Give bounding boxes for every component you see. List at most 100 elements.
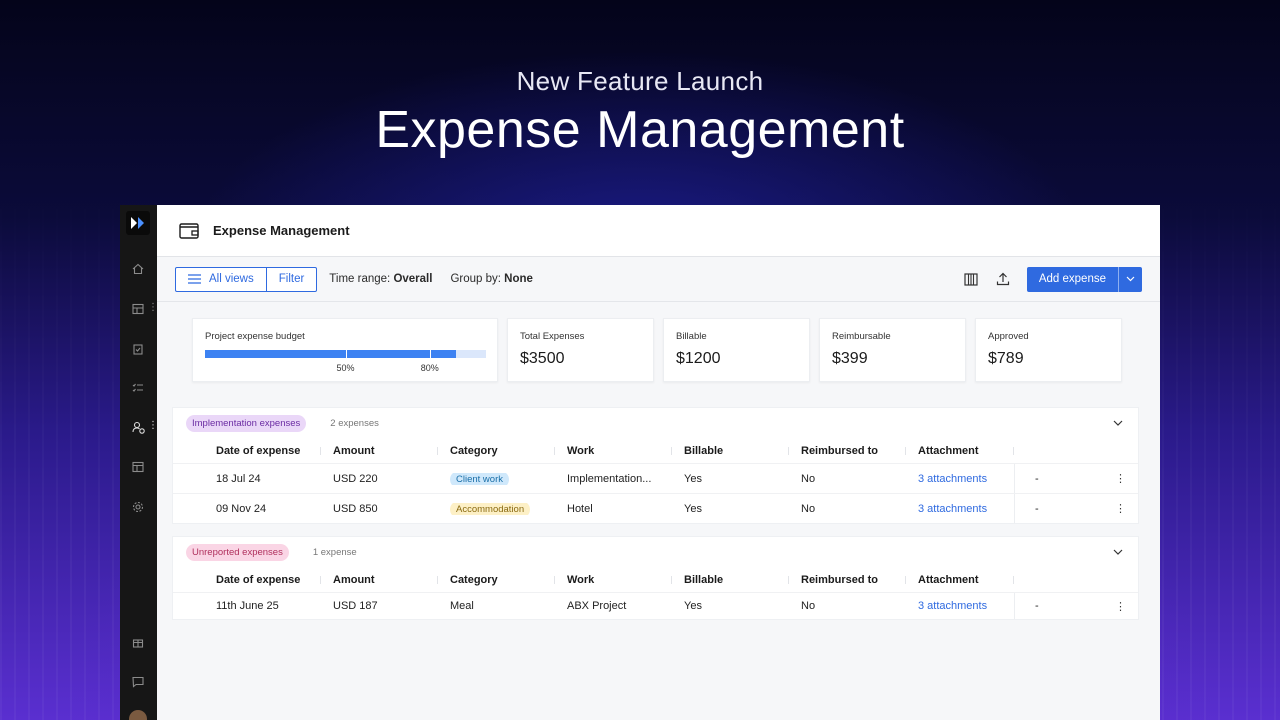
gift-icon[interactable] [130,634,146,650]
stat-value: $1200 [676,350,721,367]
column-header[interactable]: Date of expense [204,445,321,457]
chat-icon[interactable] [130,674,146,690]
budget-progress-bar: 50% 80% [205,350,486,373]
chevron-down-icon[interactable] [1112,417,1124,429]
category-pill: Accommodation [450,502,531,515]
page-header: Expense Management [157,205,1160,257]
group-header[interactable]: Unreported expenses 1 expense [173,537,1138,567]
column-header[interactable]: Reimbursed to [789,574,906,586]
wallet-icon [179,223,199,239]
column-header[interactable]: Amount [321,574,438,586]
stat-label: Approved [988,331,1029,342]
cell-date: 09 Nov 24 [216,502,267,515]
hero-title: Expense Management [375,101,905,159]
column-header[interactable]: Attachment [906,574,1014,586]
time-range-selector[interactable]: Time range: Overall [329,273,432,285]
page-title: Expense Management [213,223,350,238]
table-row[interactable]: 09 Nov 24 USD 850 Accommodation Hotel Ye… [173,493,1138,523]
cell-date: 18 Jul 24 [216,472,261,485]
column-header[interactable]: Work [555,445,672,457]
cell-reimbursed: No [801,600,816,612]
cell-billable: Yes [684,472,702,485]
all-views-button[interactable]: All views [176,268,266,291]
chevron-down-icon[interactable] [1118,266,1142,292]
expense-group-implementation: Implementation expenses 2 expenses Date … [172,407,1139,524]
budget-label: Project expense budget [205,331,305,342]
avatar[interactable] [129,710,147,720]
all-views-label: All views [209,273,254,285]
layout-icon[interactable] [130,459,146,475]
cell-amount: USD 187 [333,600,378,612]
app-logo[interactable] [126,211,150,235]
gear-icon[interactable] [130,499,146,515]
budget-marker-80 [429,350,431,358]
app-window: ⋮ ⋮ Expense Management All views Filter … [120,205,1160,720]
filter-button[interactable]: Filter [265,267,317,291]
add-expense-button[interactable]: Add expense [1026,266,1142,292]
summary-cards: Project expense budget 50% 80% Total Exp… [192,318,1122,382]
attachments-link[interactable]: 3 attachments [906,600,1014,612]
column-header[interactable]: Billable [672,574,789,586]
group-by-selector[interactable]: Group by: None [450,273,532,285]
budget-marker-50 [345,350,347,358]
cell-work: Implementation... [567,472,652,485]
home-icon[interactable] [130,261,146,277]
group-by-value: None [504,273,533,285]
table-header-row: Date of expense Amount Category Work Bil… [173,438,1138,463]
budget-card: Project expense budget 50% 80% [192,318,498,382]
attachments-link[interactable]: 3 attachments [906,503,1014,515]
column-header[interactable]: Date of expense [204,574,321,586]
table-row[interactable]: 11th June 25 USD 187 Meal ABX Project Ye… [173,592,1138,619]
attachments-link[interactable]: 3 attachments [906,473,1014,485]
sidebar-rail: ⋮ ⋮ [120,205,158,720]
column-header[interactable]: Billable [672,445,789,457]
logo-chevrons-icon [131,217,144,229]
group-header[interactable]: Implementation expenses 2 expenses [173,408,1138,438]
cell-work: Hotel [567,502,593,515]
row-more-icon[interactable]: ⋮ [1098,600,1138,613]
expense-group-unreported: Unreported expenses 1 expense Date of ex… [172,536,1139,620]
column-header[interactable]: Category [438,574,555,586]
cell-extra: - [1014,494,1074,523]
columns-icon[interactable] [963,271,979,287]
hero-subtitle: New Feature Launch [516,66,764,96]
cell-category: Client work [438,472,555,485]
expense-user-icon[interactable] [130,419,146,435]
clipboard-icon[interactable] [130,341,146,357]
group-badge: Implementation expenses [186,414,307,432]
stat-label: Reimbursable [832,331,891,342]
column-header[interactable]: Attachment [906,445,1014,457]
stat-card-total: Total Expenses $3500 [507,318,654,382]
column-header[interactable]: Work [555,574,672,586]
chevron-down-icon[interactable] [1112,546,1124,558]
column-header[interactable]: Reimbursed to [789,445,906,457]
group-count: 1 expense [312,546,357,558]
cell-extra: - [1014,464,1074,493]
view-filter-segment: All views Filter [175,266,318,292]
stat-value: $399 [832,350,868,367]
row-more-icon[interactable]: ⋮ [1098,502,1138,515]
budget-progress-fill [205,350,457,358]
cell-reimbursed: No [801,472,816,485]
group-count: 2 expenses [330,417,379,429]
column-header[interactable]: Category [438,445,555,457]
cell-work: ABX Project [567,600,627,612]
column-header[interactable]: Amount [321,445,438,457]
checklist-icon[interactable] [130,380,146,396]
stat-value: $789 [988,350,1024,367]
cell-reimbursed: No [801,502,816,515]
cell-category: Accommodation [438,502,555,515]
stat-card-billable: Billable $1200 [663,318,810,382]
group-by-label: Group by: [450,273,501,285]
budget-tick-80: 80% [420,363,439,373]
table-icon[interactable] [130,301,146,317]
group-badge: Unreported expenses [186,543,289,561]
row-more-icon[interactable]: ⋮ [1098,472,1138,485]
cell-category: Meal [450,600,474,612]
add-expense-label: Add expense [1038,273,1106,285]
cell-amount: USD 850 [333,502,378,515]
export-icon[interactable] [995,271,1011,287]
stat-card-approved: Approved $789 [975,318,1122,382]
table-row[interactable]: 18 Jul 24 USD 220 Client work Implementa… [173,463,1138,493]
table-header-row: Date of expense Amount Category Work Bil… [173,567,1138,592]
